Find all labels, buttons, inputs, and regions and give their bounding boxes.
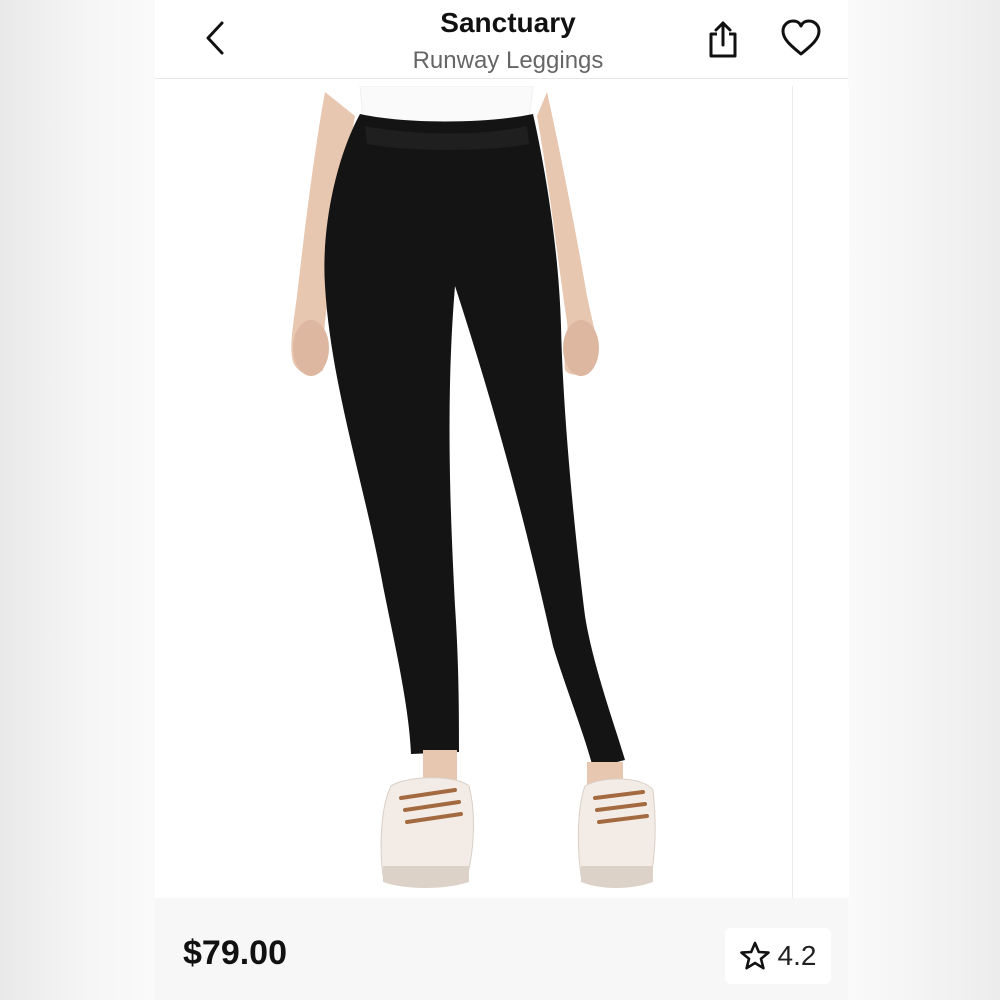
share-button[interactable]: [701, 16, 745, 62]
backdrop-right: [848, 0, 1000, 1000]
share-icon: [709, 21, 737, 58]
rating-value: 4.2: [777, 940, 817, 971]
backdrop-left: [0, 0, 155, 1000]
rating-chip[interactable]: 4.2: [725, 928, 831, 984]
title-block: Sanctuary Runway Leggings: [315, 6, 701, 78]
model-photo-illustration: [155, 86, 775, 898]
back-button[interactable]: [195, 16, 235, 60]
heart-outline-icon: [781, 19, 821, 56]
top-nav-bar: Sanctuary Runway Leggings: [155, 0, 848, 79]
star-outline-icon: [739, 941, 770, 970]
chevron-left-icon: [206, 21, 224, 55]
price-label: $79.00: [183, 934, 287, 972]
favorite-button[interactable]: [777, 14, 825, 62]
brand-name: Sanctuary: [440, 7, 576, 38]
product-screen: Sanctuary Runway Leggings $79.00 4.2: [155, 0, 849, 1000]
price-bar: $79.00 4.2: [155, 898, 848, 1000]
next-image-peek[interactable]: [792, 86, 849, 898]
product-name: Runway Leggings: [412, 47, 604, 74]
product-image[interactable]: [155, 86, 775, 898]
